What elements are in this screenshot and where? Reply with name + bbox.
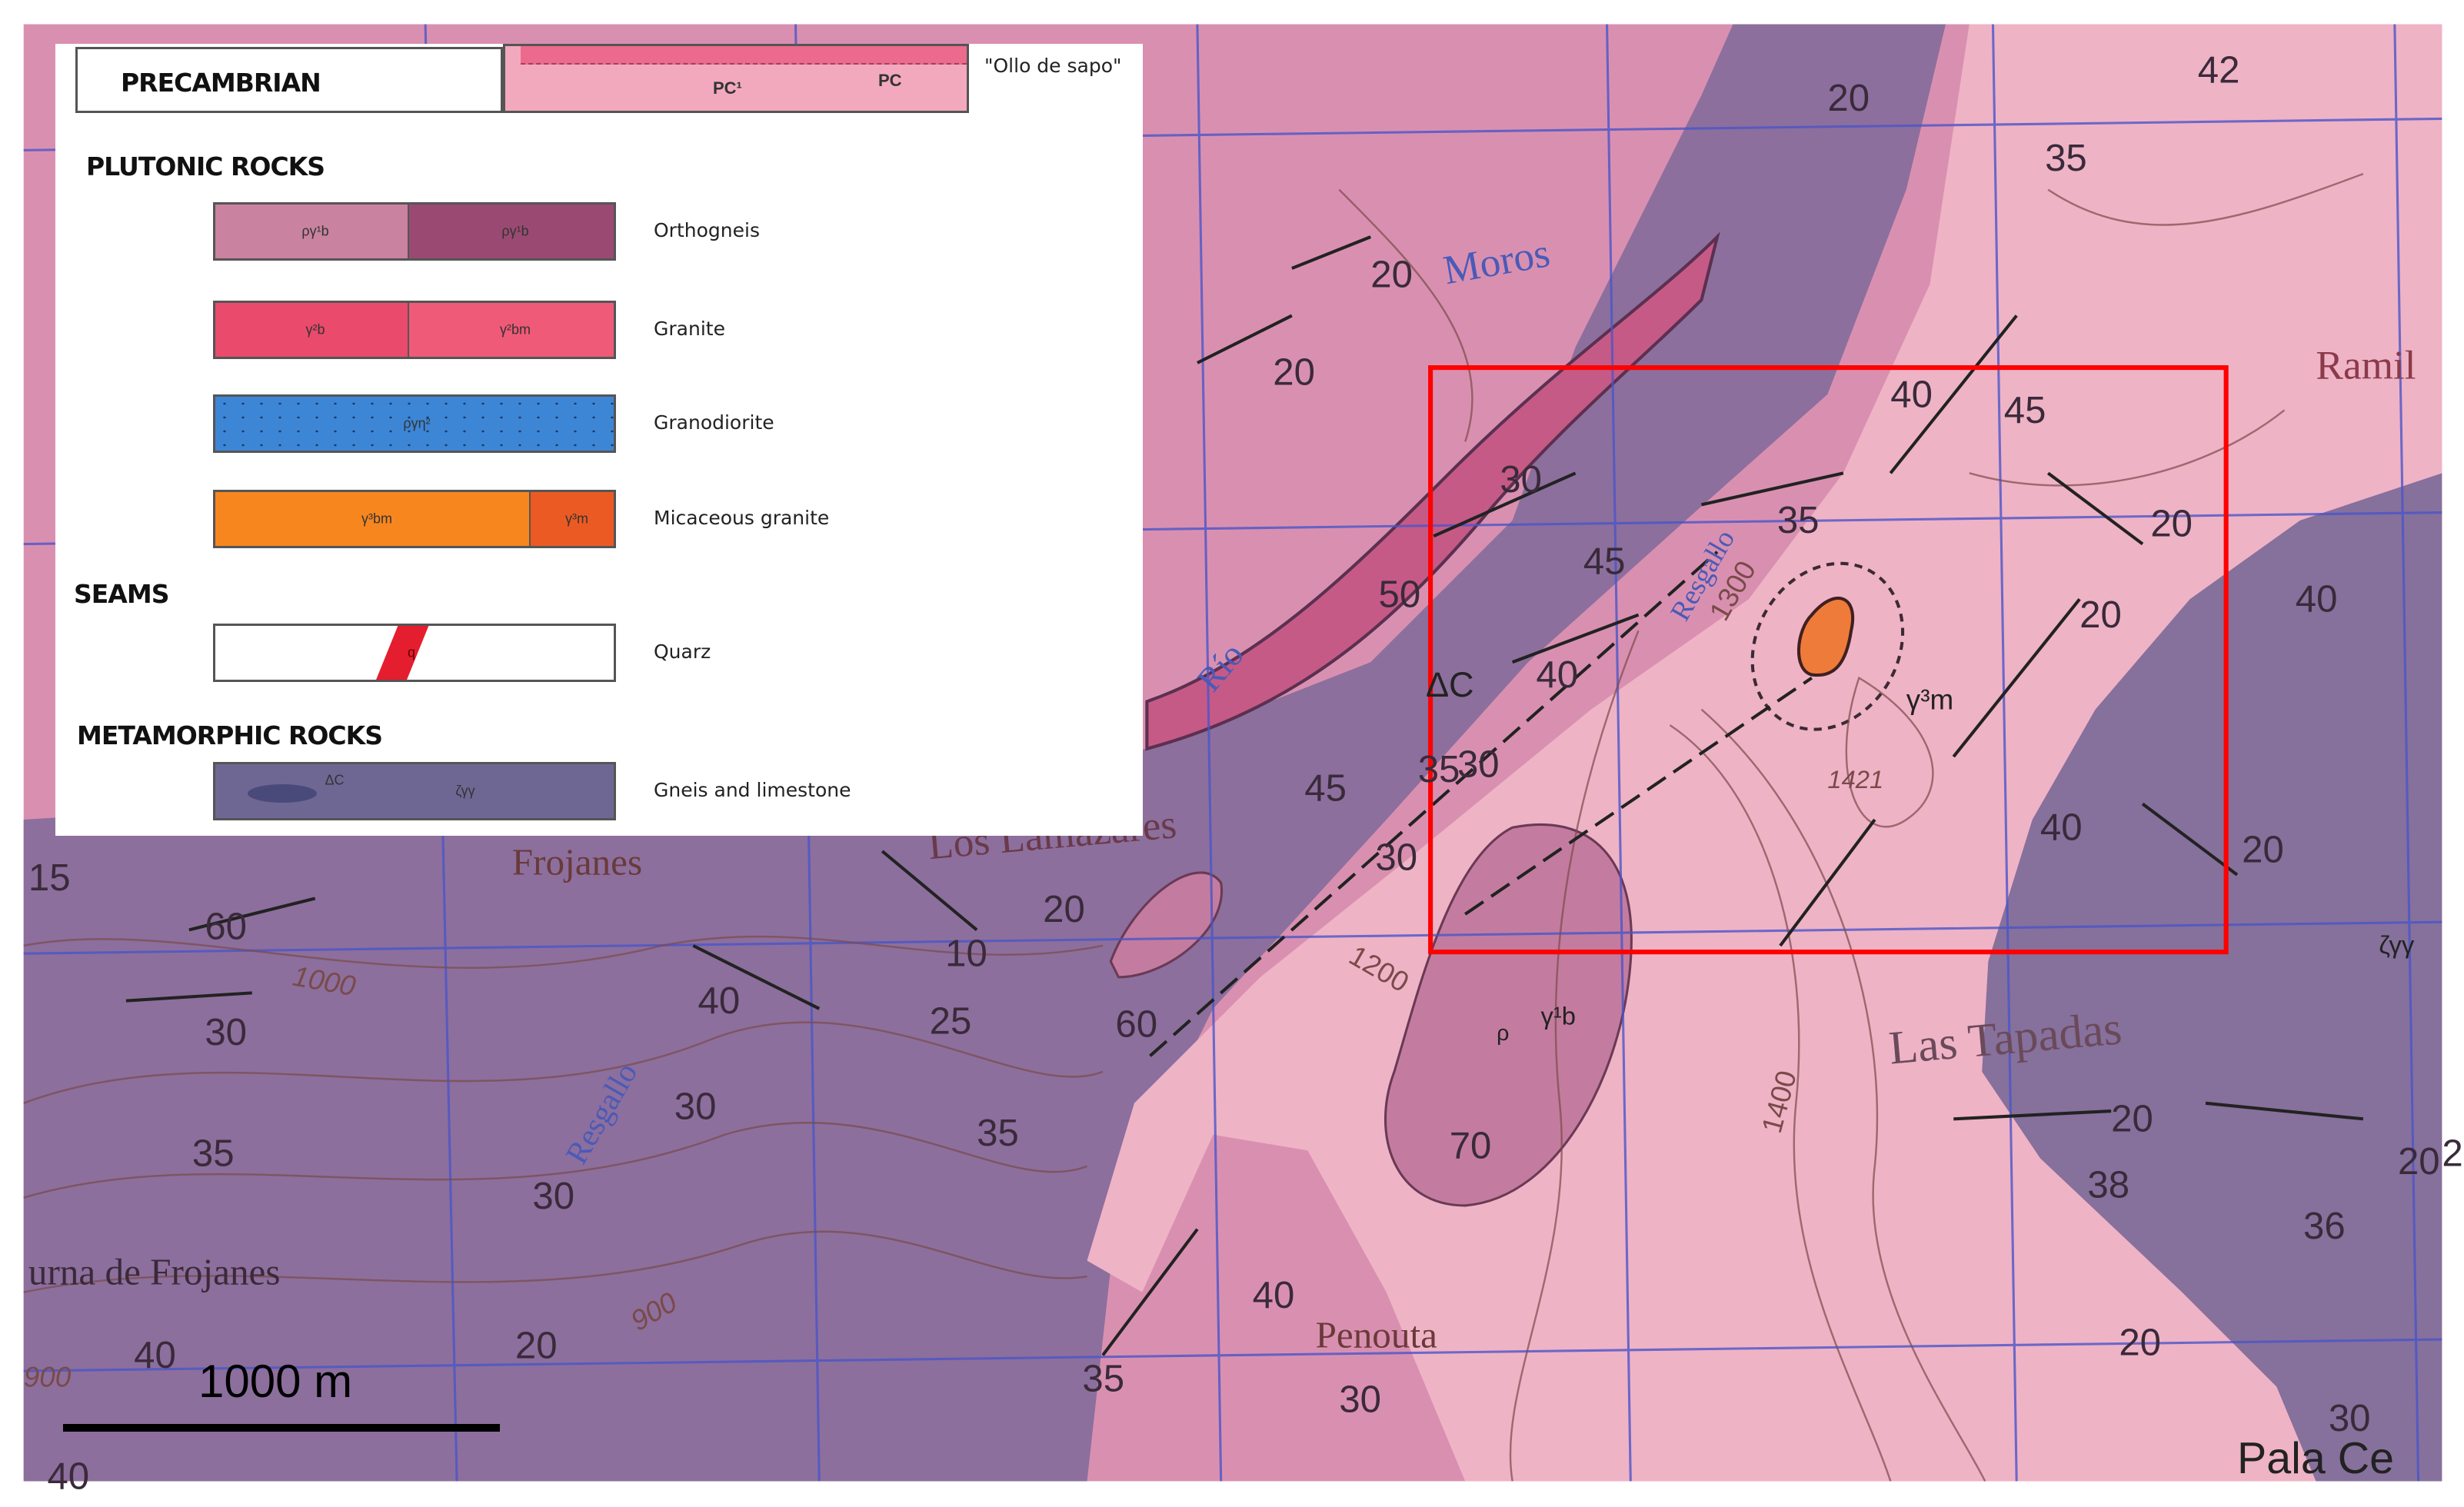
granodiorite-symbol: ργη² <box>403 415 431 431</box>
unit-symbol: ζγγ <box>2379 930 2414 959</box>
gneis-symbol: ζγγ <box>455 783 475 799</box>
dip-label: 20 <box>1273 351 1315 394</box>
dip-label: 38 <box>2087 1164 2129 1206</box>
dip-label: 20 <box>2079 594 2122 636</box>
dip-label: 25 <box>930 1000 972 1043</box>
plutonic-title: PLUTONIC ROCKS <box>86 151 325 181</box>
scale-bar <box>63 1424 500 1432</box>
quarz-symbol: q <box>407 644 416 660</box>
unit-symbol: γ¹b <box>1541 1001 1577 1030</box>
precambrian-swatch: PC¹ PC <box>503 44 969 113</box>
dip-label: 42 <box>2198 48 2240 91</box>
dip-label: 30 <box>1339 1378 1381 1420</box>
micaceous-symbol: γ³m <box>565 511 588 527</box>
dip-label: 30 <box>205 1011 247 1053</box>
dip-label: 20 <box>1827 77 1870 119</box>
dip-label: 40 <box>47 1455 89 1498</box>
precambrian-symbol: PC¹ <box>713 78 742 98</box>
dip-label: 20 <box>2119 1322 2161 1364</box>
place-label: Pala Ce <box>2237 1434 2394 1483</box>
dip-label: 20 <box>2150 502 2193 544</box>
map-legend: PRECAMBRIAN PC¹ PC "Ollo de sapo" PLUTON… <box>55 44 1143 836</box>
granodiorite-label: Granodiorite <box>654 411 774 434</box>
dip-label: 40 <box>1536 654 1578 696</box>
granite-swatch: γ²b γ²bm <box>213 301 616 359</box>
dip-label: 20 <box>515 1325 558 1367</box>
unit-symbol: ΔC <box>1426 665 1474 704</box>
elevation-label: 1421 <box>1827 765 1883 793</box>
dip-label: 35 <box>977 1112 1019 1154</box>
dip-label: 40 <box>2040 807 2083 849</box>
dip-label: 20 <box>2398 1140 2440 1183</box>
micaceous-symbol: γ³bm <box>361 511 392 527</box>
seams-title: SEAMS <box>74 579 169 609</box>
unit-symbol: γ³m <box>1906 684 1953 716</box>
quarz-label: Quarz <box>654 640 711 663</box>
scale-label: 1000 m <box>198 1356 353 1407</box>
dip-label: 70 <box>1450 1124 1492 1166</box>
dip-label: 20 <box>2442 1133 2464 1175</box>
granite-symbol: γ²bm <box>500 321 531 338</box>
dip-label: 40 <box>698 980 741 1022</box>
precambrian-title: PRECAMBRIAN <box>121 68 321 98</box>
dip-label: 50 <box>1379 573 1421 615</box>
place-label: Penouta <box>1316 1313 1438 1356</box>
dip-label: 30 <box>2329 1397 2371 1439</box>
dip-label: 60 <box>205 906 247 948</box>
dip-label: 20 <box>2242 828 2284 870</box>
granite-label: Granite <box>654 318 725 340</box>
dip-label: 40 <box>2296 578 2338 620</box>
granodiorite-swatch: ργη² <box>213 394 616 453</box>
precambrian-box: PRECAMBRIAN <box>75 47 503 113</box>
dip-label: 30 <box>532 1175 574 1217</box>
orthogneis-label: Orthogneis <box>654 219 760 241</box>
dip-label: 10 <box>945 933 987 975</box>
dip-label: 20 <box>1370 254 1413 296</box>
dip-label: 30 <box>674 1085 717 1127</box>
dip-label: 40 <box>1890 373 1933 415</box>
dip-label: 35 <box>1082 1358 1124 1400</box>
orthogneis-symbol: ργ¹b <box>501 223 529 239</box>
dip-label: 20 <box>2111 1098 2153 1140</box>
granite-symbol: γ²b <box>305 321 325 338</box>
ollo-de-sapo-label: "Ollo de sapo" <box>984 55 1122 77</box>
dip-label: 35 <box>2045 137 2087 179</box>
dip-label: 45 <box>2004 389 2046 431</box>
place-label: urna de Frojanes <box>28 1250 281 1292</box>
elevation-label: 900 <box>24 1362 72 1393</box>
dip-label: 20 <box>1043 888 1085 930</box>
place-label: Frojanes <box>512 841 642 883</box>
quarz-swatch: q <box>213 624 616 682</box>
orthogneis-symbol: ργ¹b <box>301 223 329 239</box>
place-label: Ramil <box>2316 342 2416 388</box>
dip-label: 30 <box>1375 837 1417 879</box>
dip-label: 30 <box>1457 744 1500 786</box>
dip-label: 45 <box>1583 540 1626 582</box>
metamorphic-title: METAMORPHIC ROCKS <box>77 720 383 750</box>
dip-label: 35 <box>192 1133 235 1175</box>
orthogneis-swatch: ργ¹b ργ¹b <box>213 202 616 261</box>
unit-symbol: ρ <box>1497 1021 1509 1046</box>
gneis-limestone-label: Gneis and limestone <box>654 779 851 801</box>
dip-label: 45 <box>1304 767 1347 809</box>
dip-label: 35 <box>1418 748 1460 790</box>
precambrian-sub-symbol: PC <box>878 71 902 90</box>
dip-label: 35 <box>1777 499 1820 541</box>
dip-label: 15 <box>28 857 71 899</box>
dip-label: 40 <box>134 1334 176 1376</box>
dip-label: 40 <box>1253 1274 1295 1316</box>
gneis-limestone-swatch: ΔC ζγγ <box>213 762 616 820</box>
dip-label: 36 <box>2303 1205 2346 1247</box>
dip-label: 60 <box>1115 1003 1157 1046</box>
micaceous-granite-swatch: γ³bm γ³m <box>213 490 616 548</box>
micaceous-granite-label: Micaceous granite <box>654 507 830 529</box>
gneis-symbol: ΔC <box>325 772 345 788</box>
dip-label: 30 <box>1500 458 1542 501</box>
